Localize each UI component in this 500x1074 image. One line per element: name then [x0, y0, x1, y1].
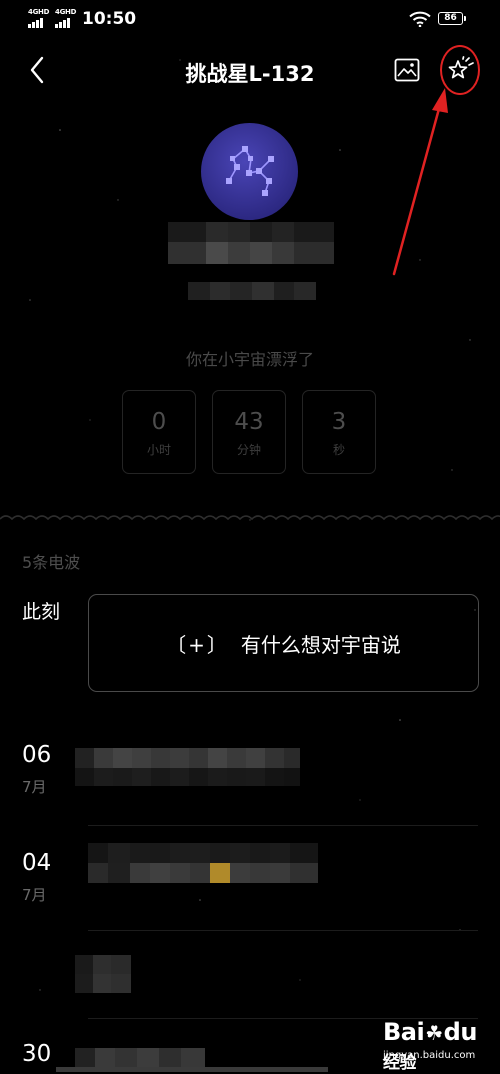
baidu-jingyan-watermark: Bai☘du经验 jingyan.baidu.com [383, 1018, 493, 1073]
entry-divider [88, 930, 478, 931]
watermark-brand-end: du [443, 1018, 478, 1046]
float-duration-caption: 你在小宇宙漂浮了 [185, 350, 314, 369]
entry-day: 06 [22, 742, 52, 768]
watermark-url: jingyan.baidu.com [383, 1050, 476, 1061]
wave-divider [0, 515, 500, 521]
wave-count-label: 5条电波 [22, 553, 81, 572]
blurred-message[interactable] [75, 955, 131, 993]
entry-month: 7月 [22, 886, 47, 904]
paw-icon: ☘ [425, 1021, 443, 1045]
entry-month: 7月 [22, 778, 47, 796]
blurred-message-footer [56, 1067, 328, 1072]
timer-seconds: 3 秒 [302, 390, 376, 474]
blurred-message[interactable] [75, 748, 300, 786]
entry-day: 04 [22, 850, 52, 876]
entry-divider [88, 825, 478, 826]
blurred-message[interactable] [88, 843, 318, 883]
compose-message-button[interactable]: 〔+〕 有什么想对宇宙说 [88, 594, 479, 692]
hours-value: 0 [151, 409, 167, 435]
plus-icon: 〔+〕 [166, 632, 229, 657]
compose-prompt: 有什么想对宇宙说 [240, 632, 401, 657]
blurred-message[interactable] [75, 1048, 205, 1068]
hours-unit: 小时 [146, 443, 171, 457]
timer-hours: 0 小时 [122, 390, 196, 474]
seconds-value: 3 [331, 409, 347, 435]
entry-day: 30 [22, 1041, 52, 1067]
timer-minutes: 43 分钟 [212, 390, 286, 474]
minutes-value: 43 [234, 409, 264, 435]
minutes-unit: 分钟 [236, 443, 261, 457]
seconds-unit: 秒 [332, 443, 345, 457]
now-label: 此刻 [22, 601, 61, 623]
watermark-brand: Bai [383, 1018, 425, 1046]
pointer-arrow [392, 88, 448, 276]
